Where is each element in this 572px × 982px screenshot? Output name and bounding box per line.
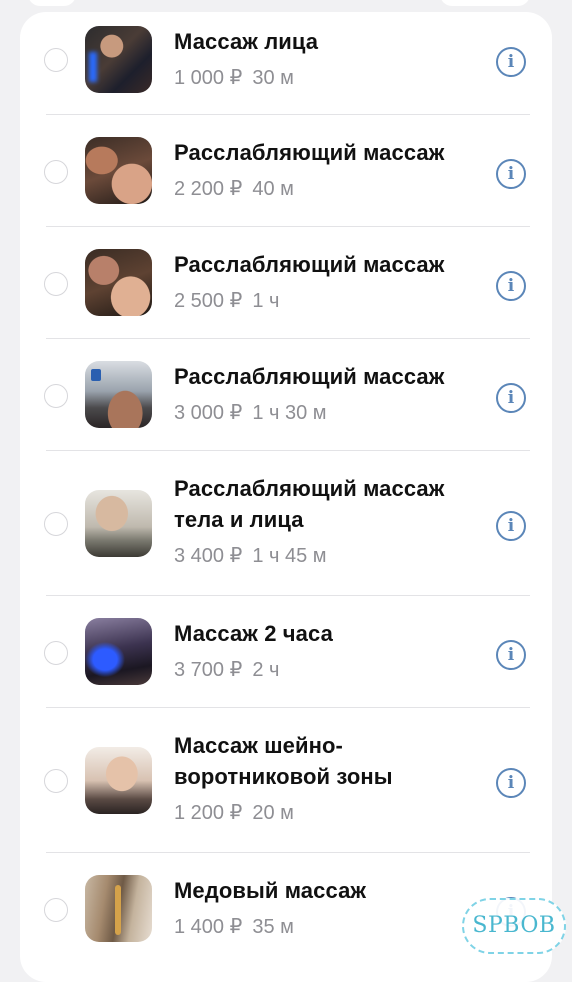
service-title: Расслабляющий массаж [174,140,445,165]
info-icon[interactable]: i [496,511,526,541]
service-title: Медовый массаж [174,878,367,903]
select-radio[interactable] [44,384,68,408]
top-partial-element-left [28,0,76,6]
service-meta: 2 500 ₽1 ч [174,290,280,312]
service-title: Расслабляющий массаж тела и лица [174,476,445,532]
back-massage-photo [85,137,152,204]
service-title: Расслабляющий массаж [174,364,445,389]
info-icon[interactable]: i [496,47,526,77]
service-meta: 1 400 ₽35 м [174,916,294,938]
select-radio[interactable] [44,48,68,72]
face-massage-photo [85,26,152,93]
watermark-logo: SPBOB [462,898,566,954]
shoulder-photo [85,490,152,557]
service-meta: 1 200 ₽20 м [174,802,294,824]
services-list-card: Массаж лица 1 000 ₽30 м i Расслабляющий … [20,12,552,982]
service-item[interactable]: Массаж 2 часа 3 700 ₽2 ч i [20,596,552,708]
massage-table-photo [85,361,152,428]
service-item[interactable]: Расслабляющий массаж тела и лица 3 400 ₽1… [20,451,552,596]
info-icon[interactable]: i [496,640,526,670]
service-meta: 2 200 ₽40 м [174,178,294,200]
service-title: Массаж шейно-воротниковой зоны [174,733,393,789]
service-meta: 3 700 ₽2 ч [174,659,280,681]
info-icon[interactable]: i [496,271,526,301]
service-meta: 1 000 ₽30 м [174,67,294,89]
top-partial-element-right [440,0,530,6]
neck-massage-photo [85,747,152,814]
service-item[interactable]: Расслабляющий массаж 2 200 ₽40 м i [20,115,552,227]
massage-room-photo [85,618,152,685]
select-radio[interactable] [44,898,68,922]
info-icon[interactable]: i [496,383,526,413]
service-item[interactable]: Расслабляющий массаж 2 500 ₽1 ч i [20,227,552,339]
select-radio[interactable] [44,272,68,296]
info-icon[interactable]: i [496,768,526,798]
select-radio[interactable] [44,769,68,793]
service-item[interactable]: Массаж шейно-воротниковой зоны 1 200 ₽20… [20,708,552,853]
select-radio[interactable] [44,160,68,184]
honey-massage-photo [85,875,152,942]
select-radio[interactable] [44,512,68,536]
service-title: Массаж 2 часа [174,621,333,646]
service-meta: 3 400 ₽1 ч 45 м [174,545,327,567]
back-massage-photo [85,249,152,316]
service-meta: 3 000 ₽1 ч 30 м [174,402,327,424]
info-icon[interactable]: i [496,159,526,189]
service-title: Расслабляющий массаж [174,252,445,277]
service-item[interactable]: Массаж лица 1 000 ₽30 м i [20,12,552,115]
service-item[interactable]: Расслабляющий массаж 3 000 ₽1 ч 30 м i [20,339,552,451]
service-title: Массаж лица [174,29,319,54]
select-radio[interactable] [44,641,68,665]
